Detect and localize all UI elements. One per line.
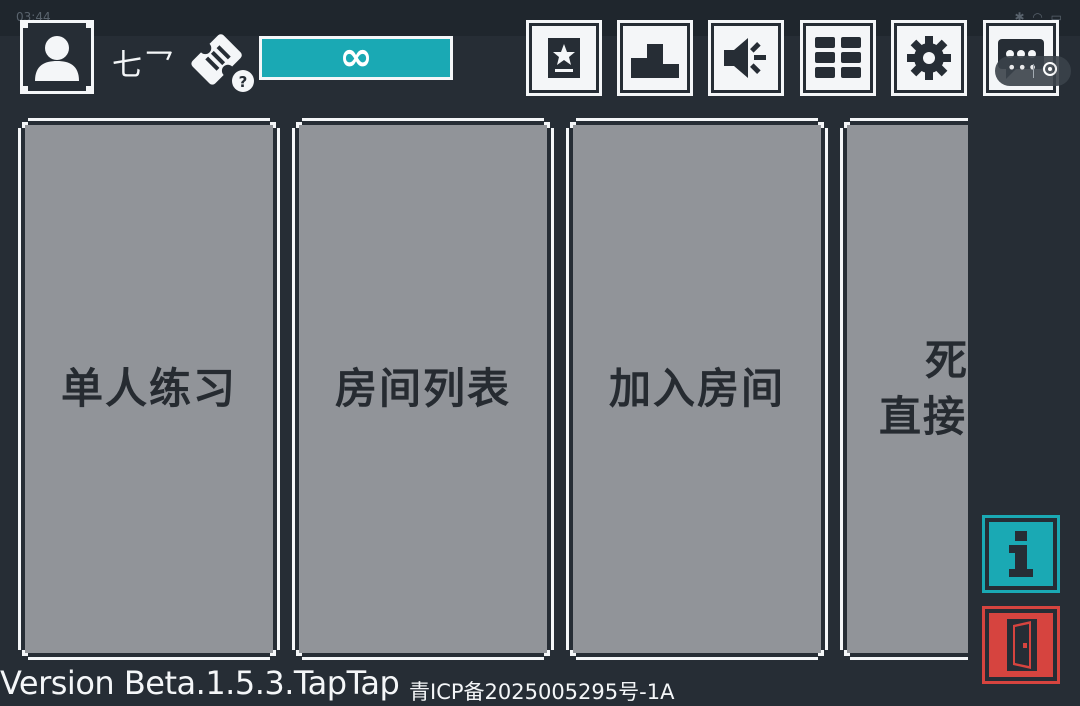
ticket-icon[interactable]: ? (188, 28, 258, 94)
mode-label: 房间列表 (334, 364, 511, 413)
mode-label: 单人练习 (60, 364, 237, 413)
achievements-button[interactable] (526, 20, 602, 96)
mode-card-join-room[interactable]: 加入房间 (566, 118, 828, 660)
announcement-button[interactable] (708, 20, 784, 96)
ticket-help-badge: ? (239, 73, 248, 91)
username[interactable]: 七乛 (112, 40, 176, 84)
info-button[interactable] (982, 515, 1060, 593)
mini-program-capsule[interactable]: ••• (995, 56, 1071, 86)
mode-card-solo-practice[interactable]: 单人练习 (18, 118, 280, 660)
info-icon (1009, 531, 1033, 577)
leaderboard-button[interactable] (617, 20, 693, 96)
ticket-count: ∞ (259, 36, 453, 80)
settings-button[interactable] (891, 20, 967, 96)
exit-button[interactable] (982, 606, 1060, 684)
achievements-icon (548, 38, 580, 78)
mode-label: 加入房间 (608, 364, 785, 413)
user-avatar-icon (35, 36, 79, 81)
close-target-icon[interactable] (1043, 62, 1057, 76)
leaderboard-icon (631, 44, 679, 78)
menu-grid-icon (815, 37, 861, 78)
mode-card-partial[interactable]: 死 直接 (840, 118, 968, 660)
avatar-button[interactable] (20, 20, 94, 94)
mode-label-line2: 直接 (879, 392, 968, 441)
mode-cards: 单人练习 房间列表 加入房间 死 直接 (18, 118, 968, 660)
mode-label-line1: 死 (925, 336, 968, 385)
exit-door-icon (1007, 619, 1037, 671)
version-label: Version Beta.1.5.3.TapTap (0, 664, 400, 702)
settings-gear-icon (907, 36, 951, 80)
announcement-icon (724, 38, 766, 78)
icp-license-label[interactable]: 青ICP备2025005295号-1A (409, 676, 674, 706)
mode-card-room-list[interactable]: 房间列表 (292, 118, 554, 660)
menu-grid-button[interactable] (800, 20, 876, 96)
